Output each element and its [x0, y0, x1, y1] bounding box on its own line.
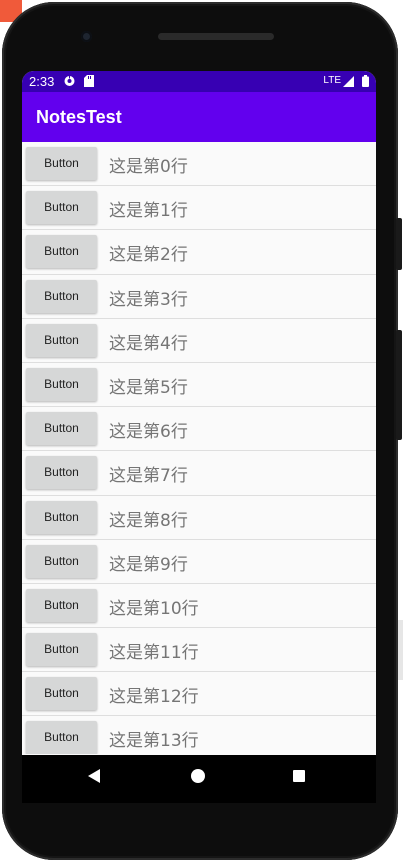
row-button[interactable]: Button: [26, 235, 97, 269]
earpiece-speaker: [158, 33, 274, 40]
row-button[interactable]: Button: [26, 456, 97, 490]
list-item[interactable]: Button 这是第0行: [22, 142, 376, 187]
row-text: 这是第7行: [109, 466, 188, 487]
row-text: 这是第5行: [109, 377, 188, 398]
row-text: 这是第2行: [109, 245, 188, 266]
row-text: 这是第0行: [109, 157, 188, 177]
list-item[interactable]: Button 这是第5行: [22, 362, 376, 408]
row-button[interactable]: Button: [26, 500, 97, 534]
sd-card-icon: [84, 75, 95, 87]
battery-icon: [362, 75, 369, 90]
recents-icon[interactable]: [293, 770, 305, 782]
row-button[interactable]: Button: [26, 279, 97, 313]
front-camera: [81, 31, 92, 42]
list-item[interactable]: Button 这是第6行: [22, 407, 376, 452]
navigation-bar: [22, 755, 376, 803]
list-item[interactable]: Button 这是第9行: [22, 539, 376, 584]
home-icon[interactable]: [191, 769, 205, 783]
list-item[interactable]: Button 这是第12行: [22, 672, 376, 717]
back-icon[interactable]: [88, 769, 100, 783]
row-button[interactable]: Button: [26, 721, 97, 754]
list-item[interactable]: Button 这是第7行: [22, 451, 376, 496]
data-saver-icon: [64, 75, 75, 87]
row-button[interactable]: Button: [26, 367, 97, 401]
list-item[interactable]: Button 这是第1行: [22, 186, 376, 231]
notes-list[interactable]: Button 这是第0行 Button 这是第1行 Button 这是第2行 Button 这…: [22, 142, 376, 754]
row-text: 这是第11行: [109, 643, 199, 664]
row-text: 这是第1行: [109, 201, 188, 222]
row-text: 这是第13行: [109, 731, 199, 752]
device-screen: 2:33 LTE NotesTest Button 这是第0行 Button 这…: [22, 71, 376, 803]
row-button[interactable]: Button: [26, 412, 97, 446]
app-bar: NotesTest: [22, 92, 376, 142]
row-button[interactable]: Button: [26, 544, 97, 578]
row-text: 这是第8行: [109, 510, 188, 531]
row-text: 这是第9行: [109, 554, 188, 575]
list-item[interactable]: Button 这是第4行: [22, 318, 376, 363]
row-text: 这是第10行: [109, 598, 199, 619]
signal-icon: [343, 76, 354, 90]
list-item[interactable]: Button 这是第13行: [22, 716, 376, 754]
row-button[interactable]: Button: [26, 588, 97, 622]
row-button[interactable]: Button: [26, 147, 97, 180]
row-button[interactable]: Button: [26, 633, 97, 667]
row-text: 这是第12行: [109, 687, 199, 708]
power-button[interactable]: [396, 218, 402, 270]
network-type: LTE: [323, 75, 341, 86]
row-text: 这是第6行: [109, 422, 188, 443]
list-item[interactable]: Button 这是第11行: [22, 628, 376, 673]
list-item[interactable]: Button 这是第3行: [22, 274, 376, 319]
volume-button[interactable]: [396, 330, 402, 440]
row-button[interactable]: Button: [26, 191, 97, 225]
app-title: NotesTest: [36, 107, 122, 127]
list-item[interactable]: Button 这是第8行: [22, 495, 376, 540]
emulator-stage: 2:33 LTE NotesTest Button 这是第0行 Button 这…: [0, 0, 403, 864]
list-item[interactable]: Button 这是第2行: [22, 230, 376, 275]
list-item[interactable]: Button 这是第10行: [22, 583, 376, 629]
row-text: 这是第3行: [109, 289, 188, 310]
status-bar: 2:33 LTE: [22, 71, 376, 92]
row-button[interactable]: Button: [26, 323, 97, 357]
status-time: 2:33: [29, 74, 55, 89]
row-button[interactable]: Button: [26, 677, 97, 711]
row-text: 这是第4行: [109, 333, 188, 354]
